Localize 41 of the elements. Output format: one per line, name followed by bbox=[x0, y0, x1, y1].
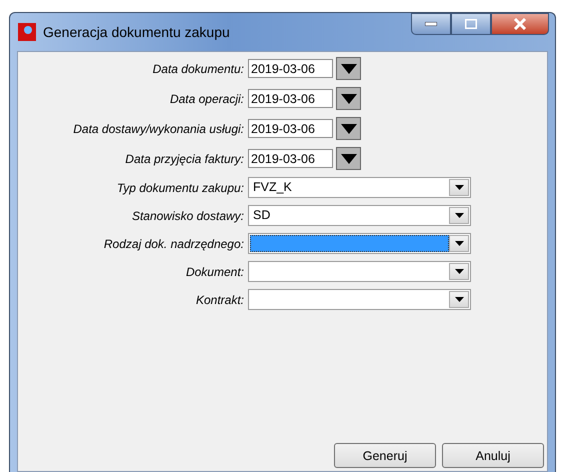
dropdown-arrow-icon bbox=[340, 94, 356, 104]
maximize-icon bbox=[465, 19, 477, 29]
dropdown-arrow-icon bbox=[454, 241, 464, 246]
field-label: Data operacji: bbox=[170, 92, 244, 106]
dropdown-arrow-icon bbox=[454, 185, 464, 190]
minimize-icon bbox=[425, 22, 437, 26]
dropdown-field[interactable] bbox=[248, 233, 471, 254]
dropdown-field[interactable]: FVZ_K bbox=[248, 177, 471, 198]
date-picker-button[interactable] bbox=[336, 117, 361, 140]
field-label: Typ dokumentu zakupu: bbox=[116, 180, 244, 194]
field-label: Data dostawy/wykonania usługi: bbox=[73, 122, 244, 136]
maximize-button[interactable] bbox=[451, 13, 491, 35]
field-label: Data dokumentu: bbox=[152, 62, 244, 76]
field-label: Dokument: bbox=[186, 264, 244, 278]
field-label: Data przyjęcia faktury: bbox=[125, 152, 244, 166]
date-field[interactable]: 2019-03-06 bbox=[248, 119, 333, 138]
minimize-button[interactable] bbox=[411, 13, 451, 35]
window-title: Generacja dokumentu zakupu bbox=[43, 24, 231, 40]
date-field[interactable]: 2019-03-06 bbox=[248, 149, 333, 168]
dropdown-field[interactable]: SD bbox=[248, 205, 471, 226]
dropdown-arrow-icon bbox=[340, 124, 356, 134]
close-button[interactable] bbox=[491, 13, 549, 35]
date-picker-button[interactable] bbox=[336, 57, 361, 80]
dropdown-arrow-icon bbox=[454, 269, 464, 274]
date-field[interactable]: 2019-03-06 bbox=[248, 89, 333, 108]
dropdown-arrow-icon bbox=[454, 213, 464, 218]
dialog-button[interactable]: Generuj bbox=[334, 443, 436, 468]
field-label: Kontrakt: bbox=[196, 292, 244, 306]
dropdown-field[interactable] bbox=[248, 289, 471, 310]
field-label: Stanowisko dostawy: bbox=[132, 208, 244, 222]
close-icon bbox=[513, 18, 527, 30]
dropdown-arrow-icon bbox=[340, 64, 356, 74]
app-icon bbox=[18, 23, 36, 41]
dropdown-arrow-icon bbox=[340, 154, 356, 164]
dropdown-field[interactable] bbox=[248, 261, 471, 282]
field-label: Rodzaj dok. nadrzędnego: bbox=[104, 236, 244, 250]
date-field[interactable]: 2019-03-06 bbox=[248, 59, 333, 78]
dropdown-arrow-icon bbox=[454, 297, 464, 302]
dialog-button[interactable]: Anuluj bbox=[442, 443, 544, 468]
date-picker-button[interactable] bbox=[336, 147, 361, 170]
date-picker-button[interactable] bbox=[336, 87, 361, 110]
